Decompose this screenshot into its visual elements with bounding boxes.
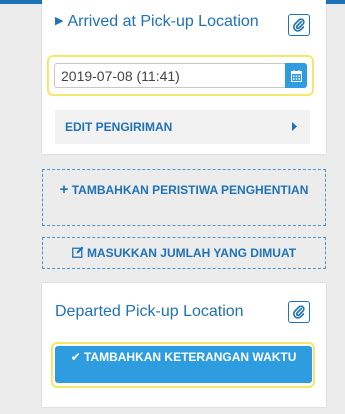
edit-shipment-row[interactable]: EDIT PENGIRIMAN — [55, 110, 310, 144]
calendar-icon — [290, 69, 302, 82]
add-time-note-button[interactable]: ✔ TAMBAHKAN KETERANGAN WAKTU — [55, 346, 312, 383]
enter-loaded-quantity-label: MASUKKAN JUMLAH YANG DIMUAT — [86, 246, 297, 260]
plus-icon: + — [59, 181, 69, 198]
stop-event-title: ▶ Arrived at Pick-up Location — [55, 13, 259, 30]
checkmark-icon: ✔ — [70, 350, 81, 364]
caret-right-icon: ▶ — [55, 15, 64, 27]
calendar-button[interactable] — [285, 63, 307, 88]
paperclip-icon — [293, 305, 305, 319]
add-stop-event-button[interactable]: + TAMBAHKAN PERISTIWA PENGHENTIAN — [42, 169, 326, 226]
add-time-note-label: TAMBAHKAN KETERANGAN WAKTU — [83, 350, 297, 364]
add-stop-event-label: TAMBAHKAN PERISTIWA PENGHENTIAN — [71, 183, 309, 197]
attachment-button[interactable] — [288, 301, 310, 323]
edit-icon — [72, 246, 84, 258]
enter-loaded-quantity-button[interactable]: MASUKKAN JUMLAH YANG DIMUAT — [42, 237, 326, 269]
date-time-input[interactable]: 2019-07-08 (11:41) — [54, 63, 285, 88]
paperclip-icon — [293, 18, 305, 32]
chevron-right-icon — [292, 122, 297, 131]
attachment-button[interactable] — [288, 14, 310, 36]
content-column: ▶ Arrived at Pick-up Location 2019-07-08 … — [0, 0, 345, 414]
edit-shipment-label: EDIT PENGIRIMAN — [65, 120, 173, 134]
stop-event-title: Departed Pick-up Location — [55, 303, 244, 320]
